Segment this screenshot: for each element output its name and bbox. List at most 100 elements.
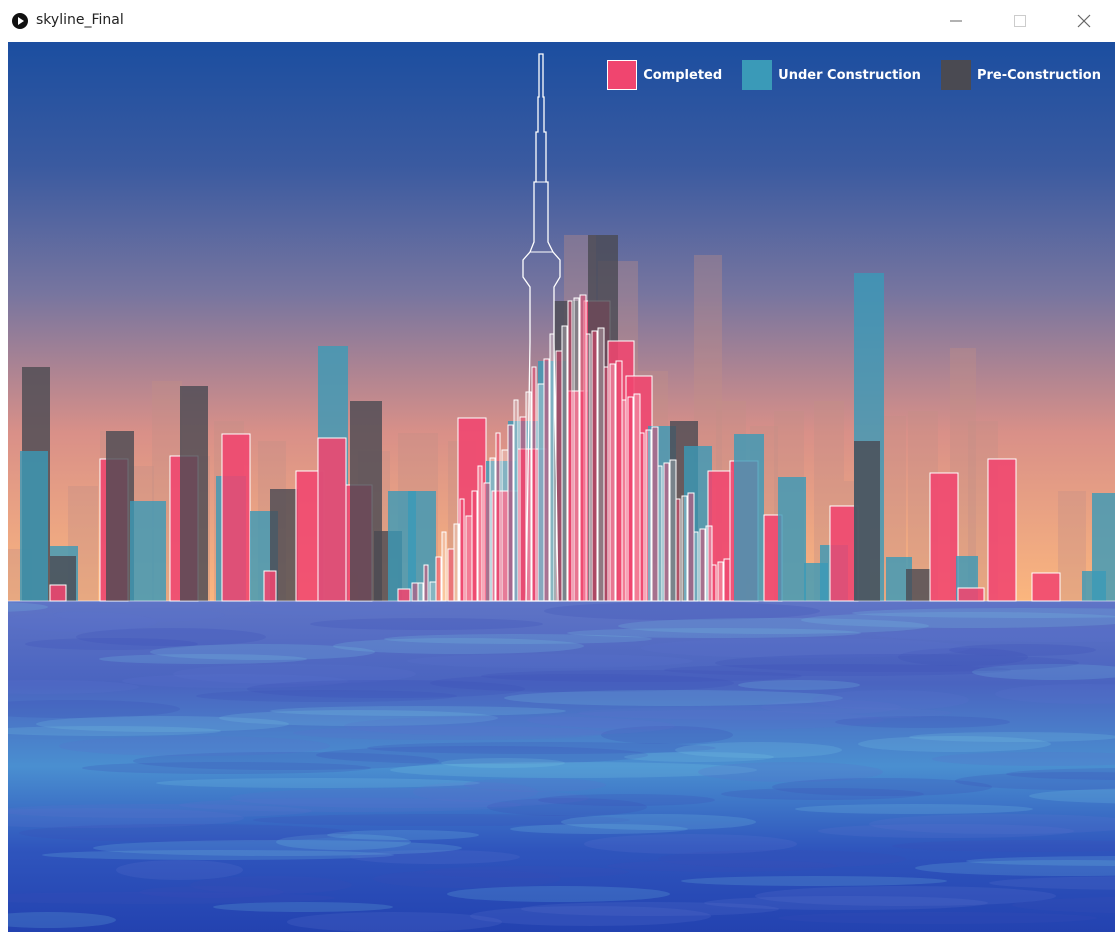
wave-streak — [236, 602, 434, 616]
foreground-tower — [957, 587, 985, 602]
spire-tower — [615, 360, 623, 602]
wave-streak — [270, 706, 566, 716]
wave-streak — [949, 644, 1096, 656]
wave-streak — [190, 876, 352, 894]
wave-streak — [116, 860, 243, 880]
foreground-tower — [906, 569, 930, 601]
wave-streak — [658, 850, 906, 868]
foreground-tower — [263, 570, 277, 602]
wave-streak — [150, 644, 375, 660]
spire-tower — [669, 459, 677, 602]
wave-streak — [675, 742, 842, 758]
foreground-tower — [106, 431, 134, 601]
spire-tower — [651, 426, 659, 602]
wave-streak — [481, 670, 802, 682]
wave-streak — [715, 654, 1079, 672]
wave-streak — [327, 830, 479, 840]
spire-tower — [465, 515, 473, 602]
spire-tower — [507, 424, 514, 602]
legend-item-under-construction: Under Construction — [742, 60, 921, 90]
spire-tower — [477, 465, 483, 602]
wave-streak — [287, 912, 502, 932]
legend-item-pre-construction: Pre-Construction — [940, 60, 1101, 90]
spire-tower — [573, 297, 580, 602]
legend-swatch-pre-construction — [940, 60, 971, 90]
maximize-icon — [1014, 15, 1026, 27]
sketch-canvas: Completed Under Construction Pre-Constru… — [8, 42, 1115, 932]
spire-tower — [675, 498, 681, 602]
spire-tower — [597, 327, 605, 602]
wave-streak — [8, 804, 312, 818]
wave-streak — [504, 690, 843, 706]
legend-label-completed: Completed — [643, 67, 723, 83]
wave-streak — [755, 886, 1056, 906]
spire-tower — [609, 363, 616, 602]
wave-streak — [795, 804, 1033, 814]
foreground-tower — [397, 588, 411, 602]
minimize-button[interactable] — [933, 0, 979, 42]
foreground-tower — [987, 458, 1017, 602]
spire-tower — [471, 490, 478, 602]
spire-tower — [531, 366, 537, 602]
spire-tower — [717, 561, 724, 602]
legend-label-pre-construction: Pre-Construction — [976, 67, 1101, 83]
window-title: skyline_Final — [36, 12, 124, 28]
wave-streak — [384, 634, 652, 644]
skyline-scene — [8, 42, 1115, 932]
spire-tower — [645, 429, 652, 602]
foreground-tower — [180, 386, 208, 601]
foreground-tower — [49, 584, 67, 602]
spire-tower — [495, 432, 501, 602]
spire-tower — [501, 449, 509, 602]
spire-tower — [705, 525, 713, 602]
spire-tower — [459, 498, 465, 602]
wave-streak — [247, 680, 525, 698]
wave-streak — [76, 628, 266, 646]
spire-tower — [699, 528, 706, 602]
spire-tower — [585, 333, 591, 602]
spire-tower — [723, 558, 731, 602]
foreground-tower — [854, 441, 880, 601]
legend-swatch-under-construction — [742, 60, 773, 90]
wave-streak — [441, 758, 565, 768]
foreground-tower — [130, 501, 166, 601]
spire-tower — [447, 548, 455, 602]
wave-streak — [521, 902, 779, 916]
wave-streak — [407, 654, 693, 668]
foreground-tower — [929, 472, 959, 602]
wave-streak — [681, 876, 947, 886]
spire-tower — [441, 531, 447, 602]
minimize-icon — [950, 20, 962, 22]
wave-streak — [344, 716, 675, 736]
spire-tower — [657, 465, 663, 602]
spire-tower — [681, 495, 688, 602]
close-button[interactable] — [1061, 0, 1107, 42]
wave-streak — [544, 602, 820, 620]
foreground-tower — [221, 433, 251, 602]
wave-streak — [19, 824, 353, 842]
spire-tower — [537, 383, 545, 602]
spire-tower — [483, 482, 491, 602]
spire-tower — [627, 396, 634, 602]
foreground-tower — [829, 505, 859, 602]
foreground-tower — [317, 437, 347, 602]
spire-tower — [633, 393, 641, 602]
foreground-tower — [20, 451, 48, 601]
legend-item-completed: Completed — [607, 60, 722, 90]
wave-streak — [367, 742, 716, 754]
spire-tower — [543, 358, 550, 602]
maximize-button[interactable] — [997, 0, 1043, 42]
spire-tower — [489, 457, 496, 602]
wave-streak — [618, 618, 929, 634]
spire-tower — [411, 582, 419, 602]
wave-streak — [447, 886, 670, 902]
title-bar[interactable]: skyline_Final — [0, 0, 1115, 42]
wave-streak — [909, 732, 1115, 742]
wave-streak — [93, 840, 462, 856]
wave-streak — [578, 706, 952, 720]
background-tower — [1058, 491, 1086, 601]
spire-tower — [591, 330, 598, 602]
spire-tower — [519, 416, 527, 602]
spire-tower — [693, 531, 699, 602]
spire-tower — [621, 399, 627, 602]
